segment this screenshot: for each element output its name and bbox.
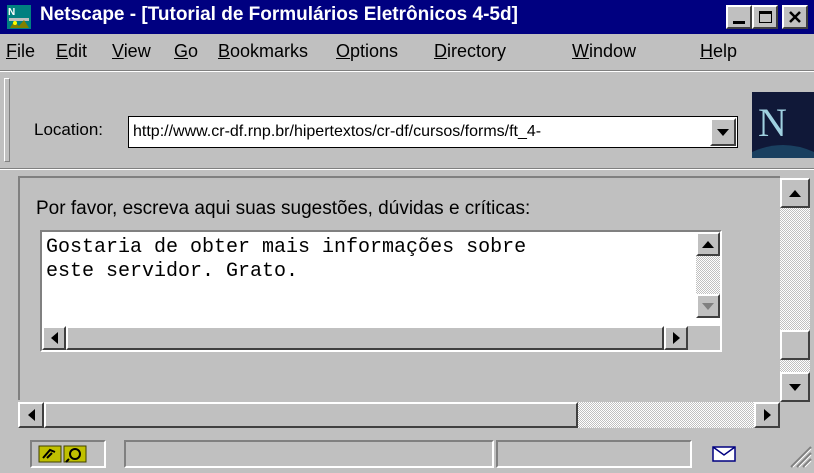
menu-file[interactable]: File — [6, 41, 35, 62]
menu-edit[interactable]: Edit — [56, 41, 87, 62]
arrow-left-icon — [50, 332, 58, 344]
textarea-scroll-corner — [688, 326, 720, 350]
arrow-up-icon — [702, 240, 714, 248]
location-input[interactable] — [131, 117, 713, 147]
page-vertical-thumb[interactable] — [780, 330, 810, 360]
netscape-app-icon[interactable]: N — [6, 4, 32, 30]
title-bar[interactable]: N Netscape - [Tutorial de Formulários El… — [0, 0, 814, 34]
textarea-horizontal-thumb[interactable] — [66, 326, 664, 350]
arrow-up-icon — [789, 189, 801, 197]
content-divider — [0, 168, 814, 170]
minimize-button[interactable] — [726, 5, 752, 29]
menu-bar: File Edit View Go Bookmarks Options Dire… — [0, 34, 814, 68]
minimize-icon — [733, 20, 745, 24]
textarea-vertical-scrollbar-track[interactable] — [696, 256, 720, 294]
mail-envelope-icon — [712, 446, 736, 462]
form-prompt: Por favor, escreva aqui suas sugestões, … — [36, 198, 531, 219]
textarea-scroll-left-button[interactable] — [42, 326, 66, 350]
comments-textarea[interactable]: Gostaria de obter mais informações sobre… — [40, 230, 722, 352]
security-pane[interactable] — [30, 440, 106, 468]
status-message-pane — [124, 440, 494, 468]
window-title: Netscape - [Tutorial de Formulários Elet… — [40, 4, 518, 25]
close-button[interactable] — [782, 5, 808, 29]
menu-bookmarks[interactable]: Bookmarks — [218, 41, 308, 62]
toolbar-divider — [0, 70, 814, 72]
textarea-scroll-up-button[interactable] — [696, 232, 720, 256]
arrow-left-icon — [27, 409, 35, 421]
page-horizontal-thumb[interactable] — [44, 402, 578, 428]
maximize-button[interactable] — [752, 5, 778, 29]
textarea-scroll-right-button[interactable] — [664, 326, 688, 350]
page-vertical-scrollbar-track-lower[interactable] — [780, 360, 810, 372]
svg-text:N: N — [8, 7, 15, 18]
menu-window[interactable]: Window — [572, 41, 636, 62]
status-bar — [0, 436, 814, 470]
menu-directory[interactable]: Directory — [434, 41, 506, 62]
resize-grip[interactable] — [784, 442, 812, 468]
location-field[interactable] — [128, 116, 738, 148]
location-dropdown-button[interactable] — [710, 118, 736, 146]
page-horizontal-scrollbar-track[interactable] — [578, 402, 754, 428]
progress-pane — [496, 440, 692, 468]
arrow-down-icon — [789, 383, 801, 391]
menu-go[interactable]: Go — [174, 41, 198, 62]
arrow-right-icon — [763, 409, 771, 421]
textarea-scroll-down-button[interactable] — [696, 294, 720, 318]
mail-pane[interactable] — [696, 440, 752, 468]
textarea-content[interactable]: Gostaria de obter mais informações sobre… — [46, 236, 686, 326]
page-scroll-up-button[interactable] — [780, 178, 810, 208]
location-label: Location: — [34, 120, 103, 139]
page-scroll-right-button[interactable] — [754, 402, 780, 428]
menu-view[interactable]: View — [112, 41, 151, 62]
toolbar-grip[interactable] — [4, 78, 10, 162]
page-vertical-scrollbar-track[interactable] — [780, 208, 810, 330]
menu-help[interactable]: Help — [700, 41, 737, 62]
maximize-icon — [758, 11, 772, 23]
security-key-icon — [38, 445, 87, 463]
close-icon — [789, 11, 801, 23]
page-scroll-left-button[interactable] — [18, 402, 44, 428]
chevron-down-icon — [717, 128, 729, 136]
page-scroll-down-button[interactable] — [780, 372, 810, 402]
arrow-down-icon — [702, 302, 714, 310]
netscape-logo[interactable]: N — [752, 92, 814, 158]
arrow-right-icon — [672, 332, 680, 344]
logo-letter: N — [758, 100, 787, 145]
menu-options[interactable]: Options — [336, 41, 398, 62]
